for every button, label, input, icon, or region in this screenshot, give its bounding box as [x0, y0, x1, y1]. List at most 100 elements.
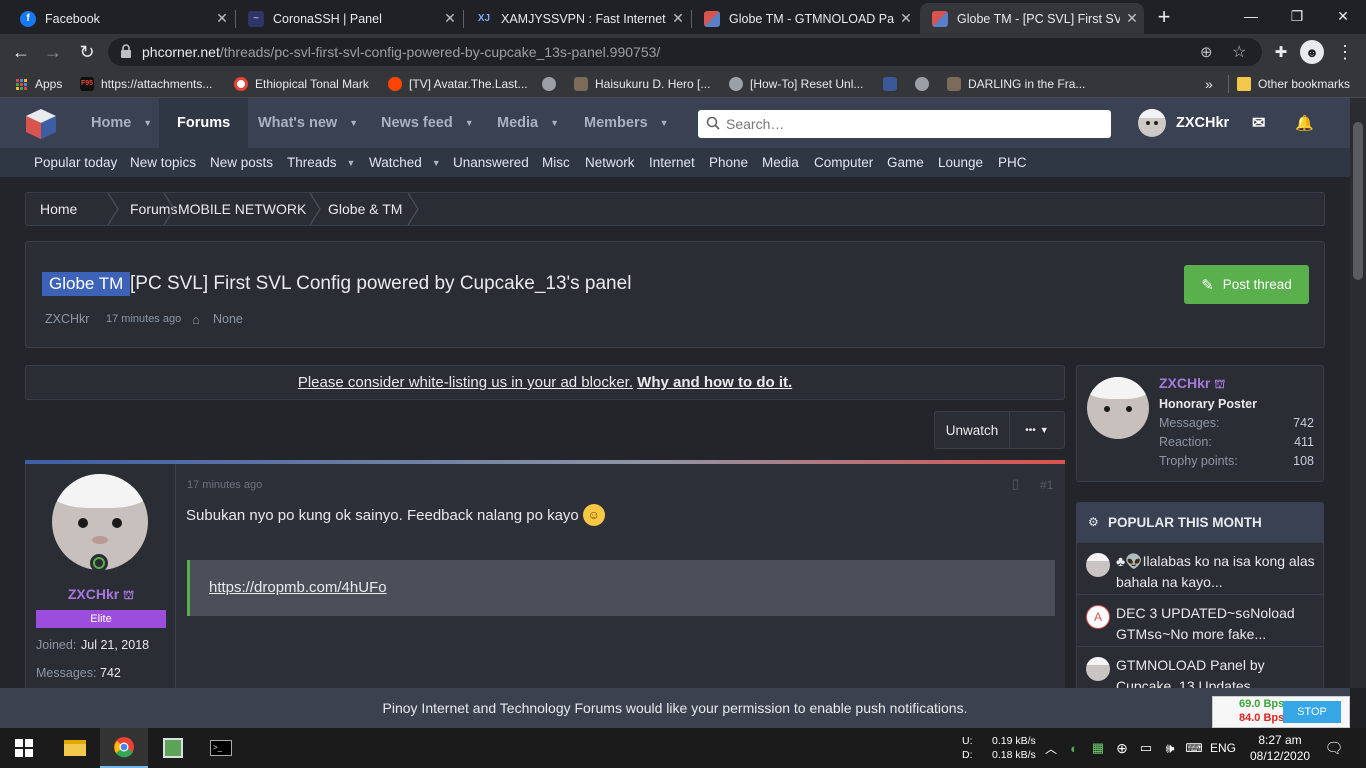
back-icon[interactable]: ← [8, 40, 34, 64]
breadcrumb-home[interactable]: Home [40, 193, 77, 225]
caret-down-icon[interactable]: ▼ [432, 158, 441, 168]
sidebar-username[interactable]: ZXCHkr ⛫ [1159, 375, 1225, 393]
close-icon[interactable]: ✕ [894, 10, 918, 27]
task-manager-icon[interactable] [150, 728, 196, 768]
extensions-icon[interactable]: ✚ [1268, 40, 1294, 64]
bookmark-globe[interactable] [542, 75, 563, 93]
subnav-lounge[interactable]: Lounge [938, 148, 983, 177]
nav-media[interactable]: Media ▼ [497, 98, 559, 148]
caret-down-icon[interactable]: ▼ [550, 118, 559, 128]
tab-facebook[interactable]: f Facebook ✕ [8, 3, 234, 34]
bookmark-attachments[interactable]: F95 https://attachments... [80, 75, 212, 93]
minimize-icon[interactable]: — [1228, 0, 1274, 32]
list-item[interactable]: A DEC 3 UPDATED~ꜱɢNoload GTMꜱɢ~No more f… [1076, 594, 1324, 646]
adblock-link[interactable]: Why and how to do it. [637, 374, 792, 391]
nav-news-feed[interactable]: News feed ▼ [381, 98, 474, 148]
thread-prefix-badge[interactable]: Globe TM [42, 272, 131, 296]
tab-gtmnoload[interactable]: Globe TM - GTMNOLOAD Pane ✕ [692, 3, 918, 34]
thread-tags[interactable]: None [213, 312, 243, 326]
chevron-up-icon[interactable]: ︿ [1042, 728, 1060, 768]
tab-xamjyssvpn[interactable]: XJ XAMJYSSVPN : Fast Internet Pr ✕ [464, 3, 690, 34]
nav-members[interactable]: Members ▼ [584, 98, 669, 148]
close-icon[interactable]: ✕ [1120, 10, 1144, 27]
notifications-icon[interactable]: 🗨 [1318, 728, 1350, 768]
post-time[interactable]: 17 minutes ago [187, 479, 262, 491]
network-globe-icon[interactable]: ⊕ [1112, 728, 1132, 768]
thread-author[interactable]: ZXCHkr [45, 312, 89, 326]
breadcrumb-globe-tm[interactable]: Globe & TM [328, 193, 402, 225]
bookmark-darling[interactable]: DARLING in the Fra... [947, 75, 1085, 93]
nav-whats-new[interactable]: What's new ▼ [258, 98, 358, 148]
tray-chart-icon[interactable]: ▦ [1088, 728, 1108, 768]
reload-icon[interactable]: ↻ [74, 40, 100, 64]
subnav-threads[interactable]: Threads ▼ [287, 148, 355, 177]
other-bookmarks[interactable]: Other bookmarks [1237, 75, 1350, 93]
add-icon[interactable]: ⊕ [1200, 43, 1213, 61]
stop-button[interactable]: STOP [1283, 701, 1341, 723]
keyboard-icon[interactable]: ⌨ [1184, 728, 1204, 768]
search-input[interactable]: Search… [698, 110, 1111, 138]
bookmark-avatar[interactable]: [TV] Avatar.The.Last... [388, 75, 528, 93]
close-icon[interactable]: ✕ [438, 10, 462, 27]
nav-home[interactable]: Home ▼ [91, 98, 152, 148]
forward-icon[interactable]: → [40, 40, 66, 64]
bookmark-haisukuru[interactable]: Haisukuru D. Hero [... [574, 75, 710, 93]
clock-date[interactable]: 08/12/2020 [1250, 749, 1310, 763]
file-explorer-icon[interactable] [52, 728, 98, 768]
subnav-new-topics[interactable]: New topics [130, 148, 196, 177]
adblock-text[interactable]: Please consider white-listing us in your… [298, 374, 633, 391]
volume-icon[interactable]: 🕪 [1160, 728, 1180, 768]
breadcrumb-mobile-network[interactable]: MOBILE NETWORK [178, 193, 306, 225]
tray-app-icon[interactable]: ◐ [1064, 728, 1084, 768]
subnav-misc[interactable]: Misc [542, 148, 570, 177]
subnav-network[interactable]: Network [585, 148, 635, 177]
list-item[interactable]: ♣👽Ilalabas ko na isa kong alas bahala na… [1076, 542, 1324, 594]
envelope-icon[interactable]: ✉ [1252, 98, 1265, 148]
tab-coronassh[interactable]: ~ CoronaSSH | Panel ✕ [236, 3, 462, 34]
close-icon[interactable]: ✕ [666, 10, 690, 27]
subnav-unanswered[interactable]: Unanswered [453, 148, 529, 177]
post-number[interactable]: #1 [1040, 478, 1053, 492]
post-link[interactable]: https://dropmb.com/4hUFo [209, 579, 387, 596]
popular-item-title[interactable]: GTMNOLOAD Panel by Cupcake_13 Updates... [1116, 655, 1316, 688]
unwatch-button[interactable]: Unwatch [934, 411, 1010, 449]
subnav-popular-today[interactable]: Popular today [34, 148, 117, 177]
chrome-icon[interactable] [100, 728, 148, 768]
bookmark-reset[interactable]: [How-To] Reset Unl... [729, 75, 863, 93]
address-bar[interactable]: phcorner.net/threads/pc-svl-first-svl-co… [108, 38, 1262, 66]
popular-item-title[interactable]: ♣👽Ilalabas ko na isa kong alas bahala na… [1116, 551, 1316, 593]
tab-current-thread[interactable]: Globe TM - [PC SVL] First SVL C ✕ [920, 3, 1144, 34]
subnav-game[interactable]: Game [887, 148, 924, 177]
caret-down-icon[interactable]: ▼ [347, 158, 356, 168]
language-indicator[interactable]: ENG [1208, 728, 1238, 768]
nav-forums[interactable]: Forums [159, 98, 249, 148]
terminal-icon[interactable]: >_ [198, 728, 244, 768]
caret-down-icon[interactable]: ▼ [349, 118, 358, 128]
post-thread-button[interactable]: ✎ Post thread [1184, 265, 1309, 304]
subnav-media[interactable]: Media [762, 148, 799, 177]
new-tab-icon[interactable]: + [1150, 3, 1178, 31]
bookmark-globe-2[interactable] [915, 75, 936, 93]
site-logo-icon[interactable] [24, 107, 58, 141]
more-options-button[interactable]: ••• ▼ [1009, 411, 1065, 449]
bookmark-facebook[interactable] [883, 75, 904, 93]
menu-icon[interactable]: ⋮ [1332, 40, 1358, 64]
bookmark-icon[interactable]: ▯ [1012, 476, 1019, 492]
caret-down-icon[interactable]: ▼ [660, 118, 669, 128]
post-author[interactable]: ZXCHkr ⛫ [26, 586, 176, 604]
avatar[interactable] [1138, 109, 1166, 137]
subnav-internet[interactable]: Internet [649, 148, 695, 177]
close-icon[interactable]: ✕ [210, 10, 234, 27]
windows-start-icon[interactable] [0, 728, 48, 768]
avatar[interactable] [1087, 377, 1149, 439]
subnav-new-posts[interactable]: New posts [210, 148, 273, 177]
bookmarks-overflow[interactable]: » [1205, 75, 1213, 93]
popular-item-title[interactable]: DEC 3 UPDATED~ꜱɢNoload GTMꜱɢ~No more fak… [1116, 603, 1316, 645]
close-window-icon[interactable]: ✕ [1320, 0, 1366, 32]
subnav-phone[interactable]: Phone [709, 148, 748, 177]
star-icon[interactable]: ☆ [1232, 42, 1246, 62]
tray-device-icon[interactable]: ▭ [1136, 728, 1156, 768]
restore-icon[interactable]: ❐ [1274, 0, 1320, 32]
username-link[interactable]: ZXCHkr [1176, 98, 1229, 148]
push-notification-banner[interactable]: Pinoy Internet and Technology Forums wou… [0, 688, 1350, 728]
